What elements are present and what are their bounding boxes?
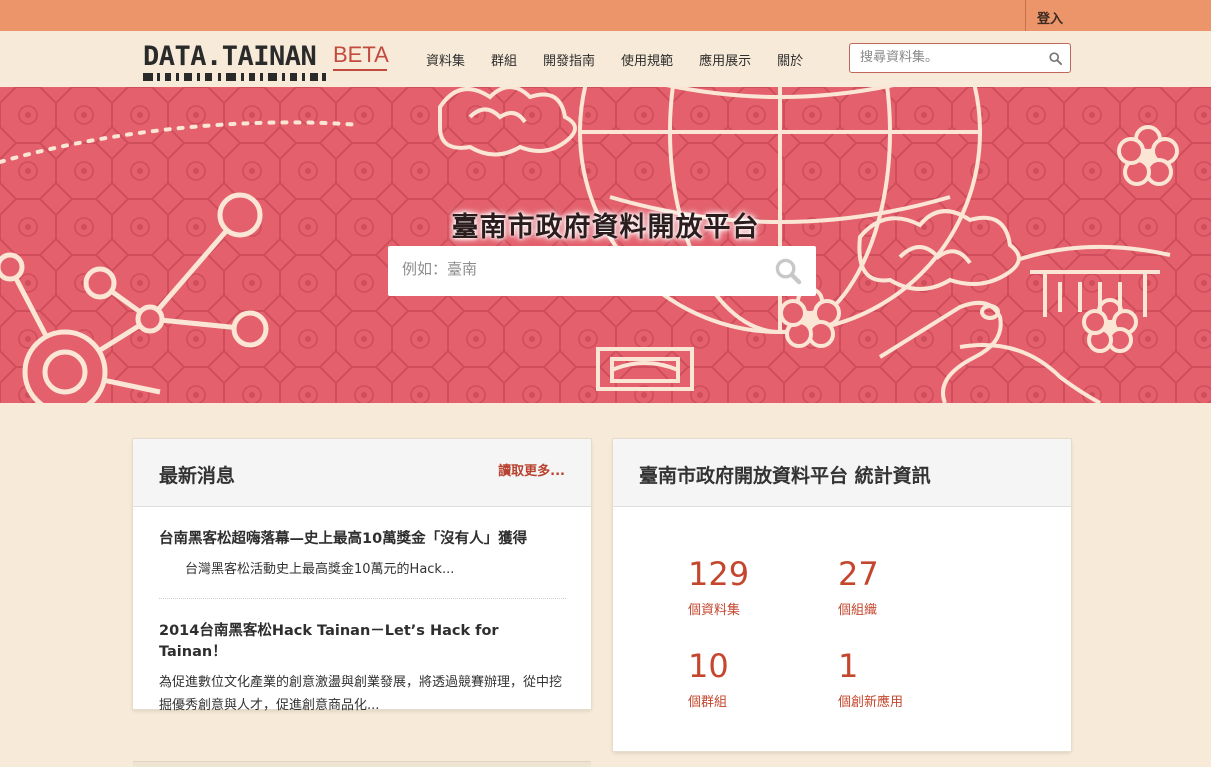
hero-pattern-illustration bbox=[0, 87, 1211, 403]
news-panel-title: 最新消息 bbox=[159, 465, 236, 487]
news-panel-header: 最新消息 讀取更多... bbox=[133, 439, 591, 507]
news-item[interactable]: 台南黑客松超嗨落幕—史上最高10萬獎金「沒有人」獲得 台灣黑客松活動史上最高獎金… bbox=[159, 527, 567, 581]
nav-item-terms[interactable]: 使用規範 bbox=[621, 50, 673, 69]
stat-label: 個資料集 bbox=[688, 603, 741, 618]
nav-search-input[interactable] bbox=[850, 44, 1040, 71]
hero-search-box bbox=[388, 246, 816, 296]
next-panel-edge bbox=[133, 761, 591, 767]
site-logo[interactable]: DATA.TAINAN BETA bbox=[143, 39, 393, 83]
news-panel: 最新消息 讀取更多... 台南黑客松超嗨落幕—史上最高10萬獎金「沒有人」獲得 … bbox=[133, 439, 591, 713]
stat-label: 個組織 bbox=[838, 603, 878, 618]
top-bar: 登入 bbox=[0, 0, 1211, 31]
stat-label: 個群組 bbox=[688, 695, 728, 710]
hero-banner: 臺南市政府資料開放平台 bbox=[0, 87, 1211, 403]
login-link[interactable]: 登入 bbox=[1025, 0, 1211, 31]
search-icon[interactable] bbox=[775, 258, 802, 285]
nav-item-apps[interactable]: 應用展示 bbox=[699, 50, 751, 69]
stat-datasets[interactable]: 129 個資料集 bbox=[688, 557, 818, 618]
news-item-title[interactable]: 2014台南黑客松Hack Tainan－Let’s Hack for Tain… bbox=[159, 619, 567, 661]
stat-value: 1 bbox=[838, 647, 859, 685]
stat-groups[interactable]: 10 個群組 bbox=[688, 649, 818, 710]
hero-title: 臺南市政府資料開放平台 bbox=[451, 212, 760, 243]
news-item-summary: 台灣黑客松活動史上最高獎金10萬元的Hack... bbox=[159, 562, 455, 577]
stats-panel-header: 臺南市政府開放資料平台 統計資訊 bbox=[613, 439, 1071, 507]
hero-search-input[interactable] bbox=[388, 246, 758, 292]
logo-beta-label: BETA bbox=[333, 42, 389, 67]
stat-apps[interactable]: 1 個創新應用 bbox=[838, 649, 968, 710]
logo-barcode-icon bbox=[143, 73, 326, 81]
stat-value: 10 bbox=[688, 647, 729, 685]
stat-value: 27 bbox=[838, 555, 879, 593]
news-item-summary: 為促進數位文化產業的創意激盪與創業發展，將透過競賽辦理，從中挖掘優秀創意與人才，… bbox=[159, 675, 563, 713]
news-item[interactable]: 2014台南黑客松Hack Tainan－Let’s Hack for Tain… bbox=[159, 619, 567, 717]
nav-item-about[interactable]: 關於 bbox=[777, 50, 803, 69]
news-divider bbox=[159, 598, 566, 599]
stat-organizations[interactable]: 27 個組織 bbox=[838, 557, 968, 618]
news-item-title[interactable]: 台南黑客松超嗨落幕—史上最高10萬獎金「沒有人」獲得 bbox=[159, 527, 567, 548]
nav-menu: 資料集 群組 開發指南 使用規範 應用展示 關於 bbox=[426, 50, 829, 69]
nav-item-datasets[interactable]: 資料集 bbox=[426, 50, 465, 69]
nav-item-groups[interactable]: 群組 bbox=[491, 50, 517, 69]
nav-search-box bbox=[849, 43, 1071, 73]
search-icon[interactable] bbox=[1049, 52, 1062, 65]
stats-panel-title: 臺南市政府開放資料平台 統計資訊 bbox=[639, 465, 931, 487]
logo-beta-underline bbox=[333, 69, 387, 71]
read-more-link[interactable]: 讀取更多... bbox=[498, 460, 565, 479]
nav-item-dev-guide[interactable]: 開發指南 bbox=[543, 50, 595, 69]
stats-panel: 臺南市政府開放資料平台 統計資訊 129 個資料集 27 個組織 10 個群組 … bbox=[613, 439, 1071, 751]
stat-value: 129 bbox=[688, 555, 750, 593]
stat-label: 個創新應用 bbox=[838, 695, 904, 710]
main-nav: DATA.TAINAN BETA 資料集 群組 開發指南 使用規範 應用展示 關… bbox=[0, 31, 1211, 87]
logo-text: DATA.TAINAN bbox=[143, 41, 317, 72]
